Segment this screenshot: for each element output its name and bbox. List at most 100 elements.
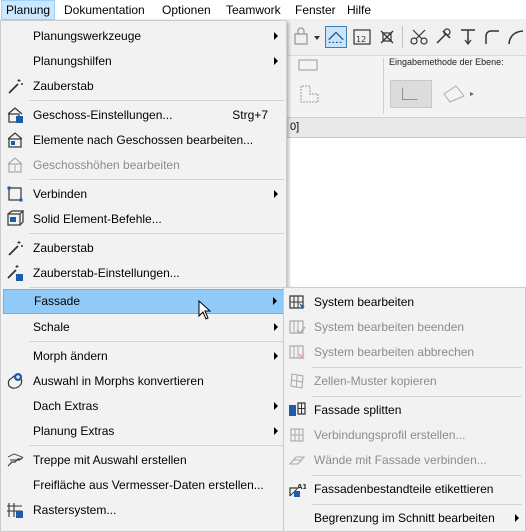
menu-item-freiflaeche[interactable]: Freifläche aus Vermesser-Daten erstellen… — [3, 473, 284, 498]
submenu-item-fassade-splitten[interactable]: Fassade splitten — [286, 398, 523, 423]
submenu-arrow-icon — [274, 190, 278, 198]
menu-item-auswahl-in-morphs[interactable]: Auswahl in Morphs konvertieren — [3, 369, 284, 394]
adjust-icon[interactable] — [457, 26, 479, 48]
view-tab-label[interactable]: 0] — [290, 121, 299, 133]
submenu-arrow-icon — [515, 514, 519, 522]
curve-icon[interactable] — [505, 26, 526, 48]
copy-pattern-icon — [290, 373, 304, 389]
curtain-wall-edit-cancel-icon — [289, 345, 305, 360]
menu-item-label: Freifläche aus Vermesser-Daten erstellen… — [33, 478, 264, 492]
menu-item-morph-aendern[interactable]: Morph ändern — [3, 344, 284, 369]
menu-item-label: Geschoss-Einstellungen... — [33, 108, 173, 122]
menu-item-geschosshoehen: Geschosshöhen bearbeiten — [3, 153, 284, 178]
submenu-item-waende-verbinden: Wände mit Fassade verbinden... — [286, 448, 523, 473]
submenu-arrow-icon — [273, 297, 277, 305]
menu-separator — [29, 341, 284, 342]
plane-input-method-button[interactable] — [390, 80, 432, 108]
junction-profile-icon — [290, 428, 304, 442]
edit-elements-by-story-icon — [7, 132, 23, 148]
menubar: Planung Dokumentation Optionen Teamwork … — [0, 0, 526, 20]
dropdown-arrow-icon[interactable] — [312, 26, 322, 48]
menu-item-label: Dach Extras — [33, 399, 99, 413]
submenu-arrow-icon — [274, 402, 278, 410]
menu-optionen[interactable]: Optionen — [158, 0, 215, 20]
submenu-item-label: Begrenzung im Schnitt bearbeiten — [314, 511, 495, 525]
submenu-item-label: System bearbeiten beenden — [314, 320, 465, 334]
geometry-method-icon[interactable] — [296, 58, 326, 108]
menu-item-zauberstab-2[interactable]: Zauberstab — [3, 236, 284, 261]
submenu-item-system-bearbeiten[interactable]: System bearbeiten — [286, 290, 523, 315]
menu-item-planung-extras[interactable]: Planung Extras — [3, 419, 284, 444]
story-settings-icon — [7, 107, 23, 123]
fillet-icon[interactable] — [481, 26, 503, 48]
svg-text:A1: A1 — [297, 483, 306, 491]
menu-item-label: Fassade — [34, 294, 81, 308]
svg-text:12: 12 — [356, 35, 366, 44]
menu-item-label: Rastersystem... — [33, 503, 117, 517]
convert-to-morph-icon — [7, 373, 23, 389]
menu-separator — [29, 179, 284, 180]
submenu-item-label: Zellen-Muster kopieren — [314, 374, 437, 388]
measure-icon[interactable]: 12 — [351, 26, 373, 48]
submenu-item-label: System bearbeiten abbrechen — [314, 345, 475, 359]
menu-item-verbinden[interactable]: Verbinden — [3, 182, 284, 207]
submenu-separator — [312, 504, 522, 505]
ribbon-separator — [383, 58, 384, 114]
menu-item-treppe-mit-auswahl[interactable]: Treppe mit Auswahl erstellen — [3, 448, 284, 473]
menu-item-label: Treppe mit Auswahl erstellen — [33, 453, 187, 467]
snap-guides-icon[interactable] — [325, 26, 347, 48]
magic-wand-settings-icon — [7, 265, 23, 281]
submenu-item-system-bearbeiten-abbrechen: System bearbeiten abbrechen — [286, 340, 523, 365]
submenu-item-label: Verbindungsprofil erstellen... — [314, 428, 466, 442]
submenu-arrow-icon — [274, 32, 278, 40]
submenu-item-label: Fassadenbestandteile etikettieren — [314, 482, 494, 496]
menu-dokumentation[interactable]: Dokumentation — [60, 0, 149, 20]
menu-item-label: Schale — [33, 320, 70, 334]
stair-icon — [7, 453, 24, 467]
menu-item-zauberstab[interactable]: Zauberstab — [3, 74, 284, 99]
view-tab-strip — [287, 118, 526, 138]
mouse-cursor-icon — [198, 300, 212, 320]
menu-item-elemente-nach-geschossen[interactable]: Elemente nach Geschossen bearbeiten... — [3, 128, 284, 153]
planung-menu: Planungswerkzeuge Planungshilfen Zaubers… — [0, 20, 287, 532]
menu-item-solid-element[interactable]: Solid Element-Befehle... — [3, 207, 284, 232]
submenu-item-zellen-muster-kopieren: Zellen-Muster kopieren — [286, 369, 523, 394]
submenu-item-verbindungsprofil: Verbindungsprofil erstellen... — [286, 423, 523, 448]
menu-item-shortcut: Strg+7 — [232, 108, 268, 122]
menu-teamwork[interactable]: Teamwork — [222, 0, 285, 20]
menu-item-label: Verbinden — [33, 187, 88, 201]
lock-icon[interactable] — [290, 26, 312, 48]
plane-options-icon[interactable] — [440, 82, 476, 106]
submenu-arrow-icon — [274, 427, 278, 435]
drawing-canvas[interactable] — [287, 138, 526, 288]
menu-item-label: Zauberstab — [33, 79, 94, 93]
menu-item-planungshilfen[interactable]: Planungshilfen — [3, 49, 284, 74]
ribbon-label: Eingabemethode der Ebene: — [389, 57, 504, 67]
menu-item-dach-extras[interactable]: Dach Extras — [3, 394, 284, 419]
submenu-item-label: Wände mit Fassade verbinden... — [314, 453, 487, 467]
magic-wand-icon — [8, 241, 23, 256]
menu-item-label: Elemente nach Geschossen bearbeiten... — [33, 133, 254, 147]
menu-fenster[interactable]: Fenster — [291, 0, 340, 20]
split-icon[interactable] — [433, 26, 455, 48]
submenu-item-begrenzung-im-schnitt[interactable]: Begrenzung im Schnitt bearbeiten — [286, 506, 523, 531]
split-curtain-wall-icon — [289, 402, 306, 416]
menu-item-planungswerkzeuge[interactable]: Planungswerkzeuge — [3, 24, 284, 49]
menu-hilfe[interactable]: Hilfe — [343, 0, 375, 20]
menu-item-geschoss-einstellungen[interactable]: Geschoss-Einstellungen... Strg+7 — [3, 103, 284, 128]
menu-item-zauberstab-einstellungen[interactable]: Zauberstab-Einstellungen... — [3, 261, 284, 286]
menu-item-rastersystem[interactable]: Rastersystem... — [3, 498, 284, 523]
menu-item-schale[interactable]: Schale — [3, 315, 284, 340]
magic-wand-icon — [8, 79, 23, 94]
submenu-separator — [312, 396, 522, 397]
menu-item-fassade[interactable]: Fassade — [3, 289, 284, 314]
menu-planung[interactable]: Planung — [1, 0, 56, 20]
menu-separator — [29, 445, 284, 446]
submenu-item-etikettieren[interactable]: A1 Fassadenbestandteile etikettieren — [286, 477, 523, 502]
menu-item-label: Planung Extras — [33, 424, 115, 438]
submenu-item-label: System bearbeiten — [314, 295, 415, 309]
gravity-icon[interactable] — [376, 26, 398, 48]
submenu-item-system-bearbeiten-beenden: System bearbeiten beenden — [286, 315, 523, 340]
toolbar-separator — [402, 26, 403, 48]
trim-icon[interactable] — [408, 26, 430, 48]
